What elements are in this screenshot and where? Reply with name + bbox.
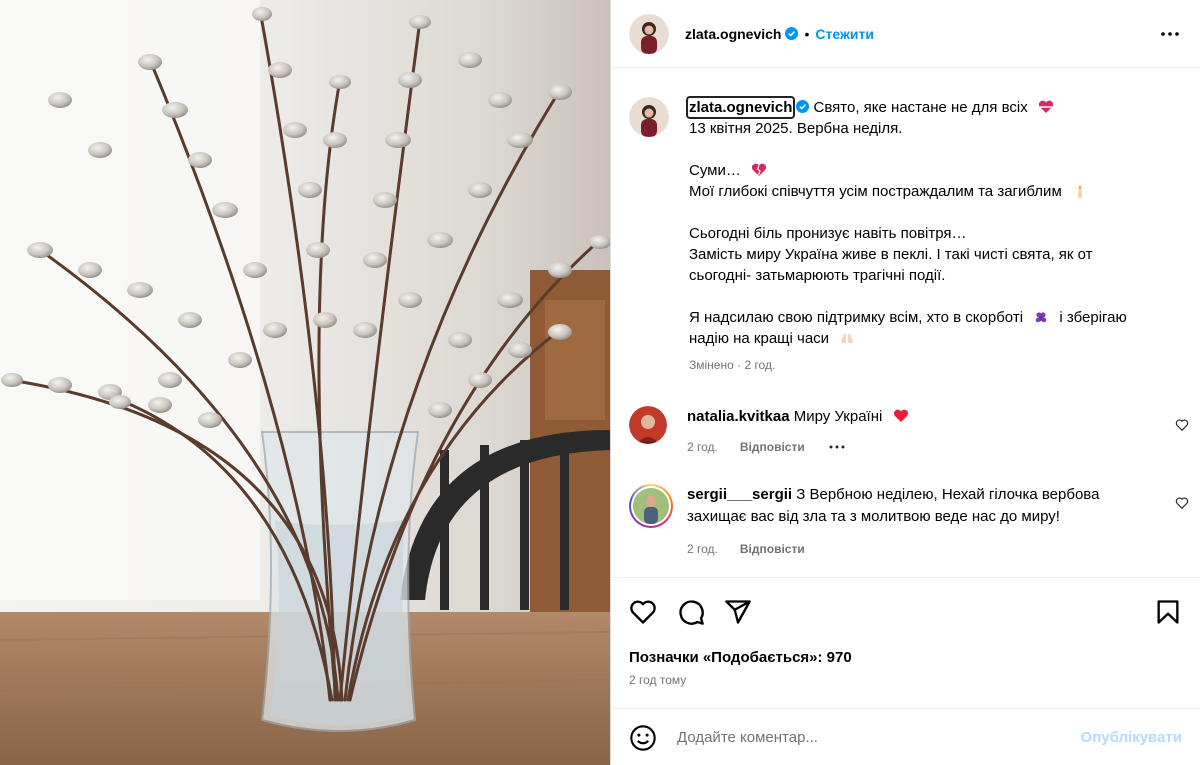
reply-button[interactable]: Відповісти — [740, 436, 805, 458]
comment-username[interactable]: natalia.kvitkaa — [687, 408, 790, 425]
caption-line-8: Я надсилаю свою підтримку всім, хто в ск… — [689, 309, 1024, 326]
emoji-icon[interactable] — [629, 724, 657, 752]
caption-line-3: Суми… — [689, 162, 741, 179]
grapes-emoji-icon — [1035, 312, 1047, 323]
comment-time: 2 год. — [687, 542, 718, 556]
caption-line-9: і зберігаю — [1059, 309, 1127, 326]
comment-item: natalia.kvitkaa Миру Україні 2 год. Відп… — [629, 406, 1189, 458]
broken-heart-emoji-icon — [751, 163, 767, 176]
comment-username[interactable]: sergii___sergii — [687, 486, 792, 503]
comment-text: Миру Україні — [793, 408, 883, 425]
caption-line-4: Мої глибокі співчуття усім постраждалим … — [689, 183, 1062, 200]
pussy-willow-photo — [0, 0, 610, 765]
post-side-panel: zlata.ognevich • Стежити zlata.ognevich … — [610, 0, 1200, 765]
edited-time: 2 год. — [744, 358, 776, 372]
publish-button[interactable]: Опублікувати — [1081, 729, 1182, 746]
comment-options-icon[interactable] — [827, 442, 847, 452]
comment-item: sergii___sergii З Вербною неділею, Нехай… — [629, 484, 1189, 560]
edited-label: Змінено — [689, 358, 734, 372]
caption-username[interactable]: zlata.ognevich — [685, 96, 796, 119]
posted-time: 2 год тому — [629, 673, 687, 687]
heart-icon[interactable] — [629, 598, 657, 626]
heart-ribbon-emoji-icon — [1038, 100, 1053, 113]
header-username[interactable]: zlata.ognevich — [685, 26, 781, 42]
share-icon[interactable] — [724, 598, 752, 626]
reply-button[interactable]: Відповісти — [740, 538, 805, 560]
comment-time: 2 год. — [687, 440, 718, 454]
post-actions: Позначки «Подобається»: 970 2 год тому О… — [611, 577, 1200, 765]
post-header: zlata.ognevich • Стежити — [611, 0, 1200, 68]
caption-line-1: Свято, яке настане не для всіх — [813, 99, 1028, 116]
caption-line-10: надію на кращі часи — [689, 330, 830, 347]
praying-hands-emoji-icon — [841, 333, 854, 343]
header-separator: • — [804, 25, 810, 42]
avatar[interactable] — [629, 13, 669, 54]
comment-input[interactable] — [677, 729, 1057, 746]
caption-avatar[interactable] — [629, 97, 669, 137]
red-heart-emoji-icon — [893, 409, 908, 422]
candle-emoji-icon — [1077, 185, 1082, 198]
verified-badge-icon — [796, 100, 810, 113]
comment-avatar-story-ring[interactable] — [629, 484, 673, 528]
comment-avatar[interactable] — [629, 406, 667, 444]
comment-like-icon[interactable] — [1175, 496, 1189, 510]
add-comment-bar: Опублікувати — [611, 708, 1200, 765]
likes-count[interactable]: Позначки «Подобається»: 970 — [629, 649, 852, 666]
comments-feed[interactable]: zlata.ognevich Свято, яке настане не для… — [611, 69, 1200, 577]
post-photo — [0, 0, 610, 765]
verified-badge-icon — [785, 27, 799, 40]
caption-line-5: Сьогодні біль пронизує навіть повітря… — [689, 225, 967, 242]
bookmark-icon[interactable] — [1154, 598, 1182, 626]
comment-like-icon[interactable] — [1175, 418, 1189, 432]
post-caption: zlata.ognevich Свято, яке настане не для… — [629, 96, 1179, 376]
comment-icon[interactable] — [677, 598, 705, 626]
caption-line-6: Замість миру Україна живе в пеклі. І так… — [689, 246, 1093, 263]
follow-button[interactable]: Стежити — [815, 26, 874, 42]
more-options-icon[interactable] — [1160, 24, 1180, 44]
caption-line-7: сьогодні- затьмарюють трагічні події. — [689, 267, 946, 284]
caption-line-2: 13 квітня 2025. Вербна неділя. — [689, 120, 903, 137]
